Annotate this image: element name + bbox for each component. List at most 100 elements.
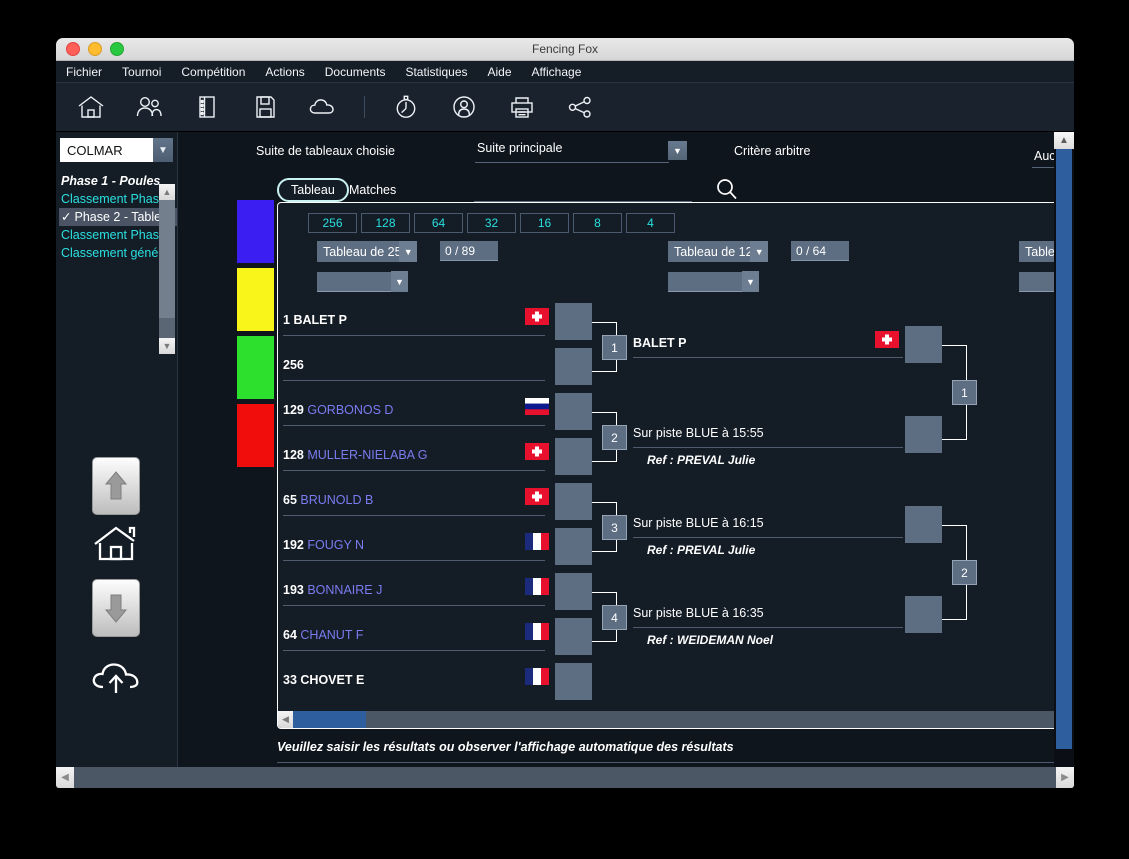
match-number: 1 (602, 335, 627, 360)
size-button-8[interactable]: 8 (573, 213, 622, 233)
menu-aide[interactable]: Aide (488, 65, 512, 79)
bracket-slot-4[interactable]: 128 MULLER-NIELABA G (283, 448, 545, 471)
sidebar-item-phase2-label: Phase 2 - Table (74, 210, 162, 224)
bracket-slot-2[interactable]: 256 (283, 358, 545, 381)
menu-actions[interactable]: Actions (265, 65, 304, 79)
score-box[interactable] (555, 663, 592, 700)
score-box[interactable] (555, 393, 592, 430)
scrollbar-left-arrow-icon[interactable]: ◀ (56, 767, 74, 788)
seed-number: 128 (283, 448, 304, 462)
window-vertical-scrollbar[interactable]: ▲ ▼ (1054, 132, 1074, 788)
club-select-value: COLMAR (67, 142, 123, 158)
score-box[interactable] (905, 506, 942, 543)
slot-underline (283, 470, 545, 471)
home-icon[interactable] (74, 92, 108, 122)
score-box[interactable] (555, 573, 592, 610)
scrollbar-thumb[interactable] (1056, 149, 1072, 749)
timer-icon[interactable] (389, 92, 423, 122)
seed-number: 33 (283, 673, 297, 687)
menu-documents[interactable]: Documents (325, 65, 386, 79)
scrollbar-up-arrow-icon[interactable]: ▲ (159, 184, 175, 200)
round-select-2[interactable]: Tableau de 12 ▼ (668, 241, 768, 262)
menu-fichier[interactable]: Fichier (66, 65, 102, 79)
score-box[interactable] (555, 348, 592, 385)
bracket-match-3[interactable]: Sur piste BLUE à 16:15 Ref : PREVAL Juli… (633, 516, 903, 557)
bracket-slot-5[interactable]: 65 BRUNOLD B (283, 493, 545, 516)
slot-underline (633, 447, 903, 448)
size-button-128[interactable]: 128 (361, 213, 410, 233)
bracket-slot-6[interactable]: 192 FOUGY N (283, 538, 545, 561)
size-button-256[interactable]: 256 (308, 213, 357, 233)
score-box[interactable] (555, 483, 592, 520)
score-box[interactable] (905, 326, 942, 363)
status-underline (277, 762, 1074, 763)
menu-bar: Fichier Tournoi Compétition Actions Docu… (56, 61, 1074, 83)
flag-ru-icon (525, 398, 549, 415)
round-subselect-2[interactable]: ▼ (668, 271, 759, 292)
flag-ch-icon (875, 331, 899, 348)
window-horizontal-scrollbar[interactable]: ◀ ▶ (56, 767, 1074, 788)
score-box[interactable] (905, 596, 942, 633)
people-icon[interactable] (132, 92, 166, 122)
slot-underline (283, 650, 545, 651)
club-select[interactable]: COLMAR ▼ (60, 138, 173, 162)
chevron-down-icon: ▼ (391, 271, 408, 292)
bracket-slot-3[interactable]: 129 GORBONOS D (283, 403, 545, 426)
bracket-panel: 256 128 64 32 16 8 4 Tableau de 25 ▼ 0 /… (277, 202, 1074, 729)
scrollbar-up-arrow-icon[interactable]: ▲ (1054, 132, 1074, 149)
bracket-slot-9[interactable]: 33 CHOVET E (283, 673, 545, 687)
round-select-1[interactable]: Tableau de 25 ▼ (317, 241, 417, 262)
scrollbar-right-arrow-icon[interactable]: ▶ (1056, 767, 1074, 788)
size-button-32[interactable]: 32 (467, 213, 516, 233)
menu-tournoi[interactable]: Tournoi (122, 65, 161, 79)
match-referee: Ref : WEIDEMAN Noel (647, 633, 773, 647)
round-subselect-1[interactable]: ▼ (317, 271, 408, 292)
scrollbar-left-arrow-icon[interactable]: ◀ (278, 711, 293, 728)
menu-affichage[interactable]: Affichage (532, 65, 582, 79)
toolbar (56, 83, 1074, 132)
score-box[interactable] (555, 528, 592, 565)
menu-competition[interactable]: Compétition (181, 65, 245, 79)
home-button[interactable] (87, 521, 145, 569)
cloud-upload-button[interactable] (87, 653, 145, 701)
score-box[interactable] (555, 618, 592, 655)
app-window: Fencing Fox Fichier Tournoi Compétition … (56, 38, 1074, 788)
slot-underline (283, 335, 545, 336)
person-circle-icon[interactable] (447, 92, 481, 122)
tab-matches[interactable]: Matches (349, 183, 396, 197)
slot-underline (283, 425, 545, 426)
panel-horizontal-scrollbar[interactable]: ◀ ▶ (278, 711, 1074, 728)
tab-row: Tableau Matches (177, 174, 1053, 202)
size-button-16[interactable]: 16 (520, 213, 569, 233)
list-icon[interactable] (190, 92, 224, 122)
suite-underline (475, 162, 669, 163)
print-icon[interactable] (505, 92, 539, 122)
bracket-match-2[interactable]: Sur piste BLUE à 15:55 Ref : PREVAL Juli… (633, 426, 903, 467)
score-box[interactable] (555, 438, 592, 475)
bracket-slot-1[interactable]: 1 BALET P (283, 313, 545, 336)
slot-underline (633, 537, 903, 538)
status-bar: Veuillez saisir les résultats ou observe… (277, 740, 1074, 763)
main-content: Suite de tableaux choisie Suite principa… (177, 132, 1074, 788)
suite-select[interactable]: Suite principale ▼ (475, 141, 687, 160)
bracket-match-1[interactable]: BALET P (633, 336, 903, 358)
tab-tableau[interactable]: Tableau (277, 178, 349, 202)
bracket-slot-8[interactable]: 64 CHANUT F (283, 628, 545, 651)
save-icon[interactable] (248, 92, 282, 122)
scrollbar-thumb[interactable] (159, 200, 175, 318)
share-icon[interactable] (563, 92, 597, 122)
score-box[interactable] (555, 303, 592, 340)
score-box[interactable] (905, 416, 942, 453)
cloud-icon[interactable] (306, 92, 340, 122)
size-button-4[interactable]: 4 (626, 213, 675, 233)
scroll-up-button[interactable] (92, 457, 140, 515)
scrollbar-thumb[interactable] (293, 711, 366, 728)
menu-statistiques[interactable]: Statistiques (405, 65, 467, 79)
bracket-match-4[interactable]: Sur piste BLUE à 16:35 Ref : WEIDEMAN No… (633, 606, 903, 647)
phase-list-scrollbar[interactable]: ▲ ▼ (159, 184, 175, 354)
scroll-down-button[interactable] (92, 579, 140, 637)
bracket-slot-7[interactable]: 193 BONNAIRE J (283, 583, 545, 606)
scrollbar-down-arrow-icon[interactable]: ▼ (159, 338, 175, 354)
size-button-64[interactable]: 64 (414, 213, 463, 233)
toolbar-separator (364, 96, 365, 118)
